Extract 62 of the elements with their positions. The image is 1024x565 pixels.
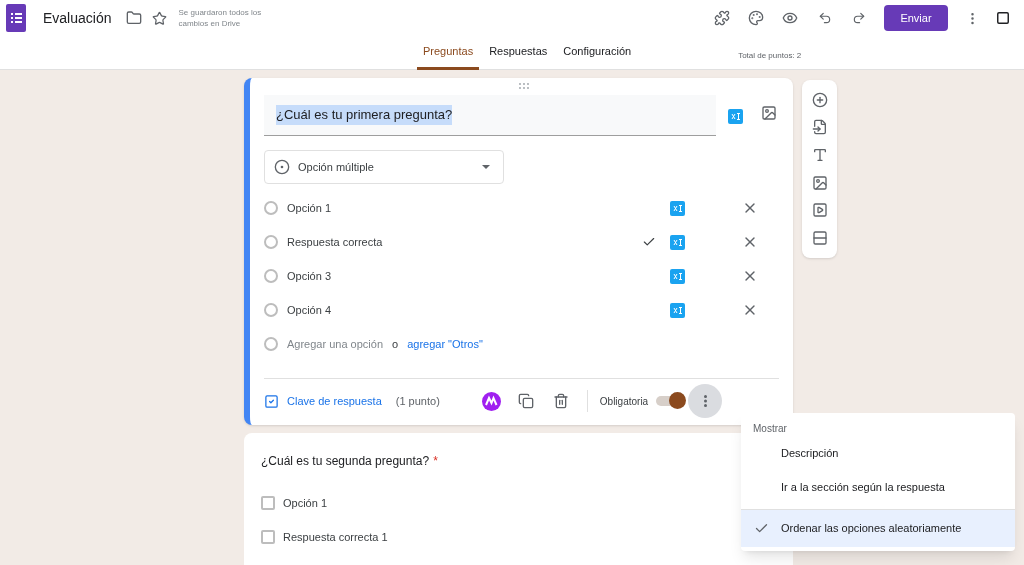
add-question-icon[interactable] [811, 91, 828, 108]
section-icon[interactable] [811, 230, 828, 247]
add-other-link[interactable]: agregar "Otros" [407, 335, 483, 353]
question-title: ¿Cuál es tu segunda pregunta? [261, 453, 430, 470]
points-text: (1 punto) [395, 393, 440, 409]
required-label: Obligatoria [599, 394, 649, 409]
question-field[interactable]: ¿Cuál es tu primera pregunta? [264, 95, 716, 136]
image-icon[interactable] [811, 174, 828, 191]
menu-heading: Mostrar [753, 422, 788, 436]
option-label: Opción 1 [283, 495, 328, 511]
drag-handle-icon[interactable] [518, 83, 530, 89]
question-type-dropdown[interactable]: Opción múltiple [264, 150, 504, 184]
extension-icon[interactable] [728, 109, 743, 124]
menu-item[interactable]: Ordenar las opciones aleatoriamente [741, 509, 1015, 547]
preview-icon[interactable] [782, 10, 798, 26]
extension-icon[interactable] [670, 234, 685, 250]
option-label[interactable]: Respuesta correcta [287, 233, 633, 251]
radio-button[interactable] [264, 201, 278, 215]
radio-button[interactable] [264, 235, 278, 249]
send-button[interactable]: Enviar [884, 5, 948, 31]
undo-icon[interactable] [818, 11, 832, 25]
puzzle-icon[interactable] [714, 10, 730, 26]
copy-icon[interactable] [517, 393, 534, 409]
checkbox[interactable] [261, 530, 275, 544]
checklist-icon [264, 393, 279, 409]
option-label: Respuesta correcta 1 [283, 529, 388, 545]
add-option-text[interactable]: Agregar una opción [287, 335, 383, 353]
radio-button[interactable] [264, 303, 278, 317]
palette-icon[interactable] [748, 10, 764, 26]
total-points: Total de puntos: 2 [738, 50, 802, 62]
answer-key-button[interactable]: Clave de respuesta [264, 392, 382, 410]
trash-icon[interactable] [552, 393, 569, 409]
image-icon[interactable] [761, 105, 777, 121]
square-icon[interactable] [996, 11, 1010, 25]
or-text: o [392, 336, 399, 352]
radio-button[interactable] [264, 269, 278, 283]
required-asterisk: * [433, 453, 438, 470]
option-label[interactable]: Opción 3 [287, 267, 633, 285]
checkbox[interactable] [261, 496, 275, 510]
form-title[interactable]: Evaluación [43, 7, 112, 29]
menu-item[interactable]: Ir a la sección según la respuesta [741, 470, 1015, 504]
title-icon[interactable] [811, 147, 828, 164]
video-icon[interactable] [811, 202, 828, 219]
radio-icon [274, 159, 290, 175]
tab[interactable]: Respuestas [483, 36, 554, 70]
star-icon[interactable] [151, 10, 167, 26]
forms-logo-icon[interactable] [6, 4, 26, 32]
extension-icon[interactable] [481, 391, 501, 411]
extension-icon[interactable] [670, 200, 685, 216]
tab[interactable]: Configuración [557, 36, 638, 70]
save-status: Se guardaron todos los cambios en Drive [178, 7, 263, 29]
folder-icon[interactable] [125, 10, 142, 26]
extension-icon[interactable] [670, 268, 685, 284]
menu-item[interactable]: Descripción [741, 436, 1015, 470]
tab[interactable]: Preguntas [417, 36, 480, 70]
option-label[interactable]: Opción 4 [287, 301, 633, 319]
extension-icon[interactable] [670, 302, 685, 318]
more-icon [703, 395, 707, 407]
redo-icon[interactable] [852, 11, 866, 25]
option-label[interactable]: Opción 1 [287, 199, 633, 217]
caret-icon [482, 165, 490, 169]
import-icon[interactable] [811, 119, 828, 136]
